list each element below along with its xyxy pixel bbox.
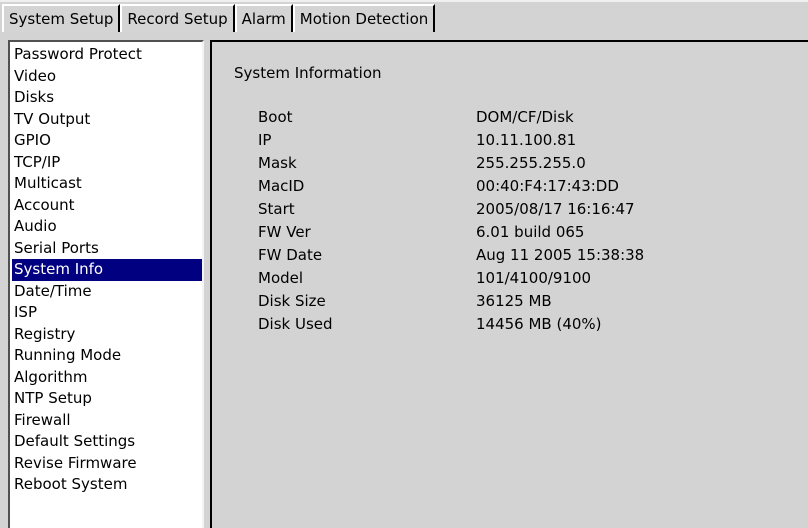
info-value: 00:40:F4:17:43:DD	[476, 177, 619, 195]
settings-list-items: Password Protect Video Disks TV Output G…	[12, 44, 202, 528]
sidebar-item-account[interactable]: Account	[12, 195, 202, 217]
system-info-panel: System Information Boot DOM/CF/Disk IP 1…	[210, 40, 808, 528]
sidebar-item-isp[interactable]: ISP	[12, 302, 202, 324]
sidebar-item-password-protect[interactable]: Password Protect	[12, 44, 202, 66]
info-value: 14456 MB (40%)	[476, 315, 602, 333]
info-value: 10.11.100.81	[476, 131, 577, 149]
tab-bar: System Setup Record Setup Alarm Motion D…	[2, 4, 436, 32]
info-label: Disk Used	[258, 315, 333, 333]
sidebar-item-tcp-ip[interactable]: TCP/IP	[12, 152, 202, 174]
info-label: IP	[258, 131, 272, 149]
info-value: DOM/CF/Disk	[476, 108, 574, 126]
sidebar-item-tv-output[interactable]: TV Output	[12, 109, 202, 131]
app-window: System Setup Record Setup Alarm Motion D…	[0, 0, 808, 528]
sidebar-item-audio[interactable]: Audio	[12, 216, 202, 238]
panel-title: System Information	[234, 64, 382, 82]
info-label: MacID	[258, 177, 305, 195]
top-border	[0, 0, 808, 2]
info-label: FW Ver	[258, 223, 311, 241]
sidebar-item-algorithm[interactable]: Algorithm	[12, 367, 202, 389]
info-value: 2005/08/17 16:16:47	[476, 200, 635, 218]
info-label: Disk Size	[258, 292, 326, 310]
sidebar-item-gpio[interactable]: GPIO	[12, 130, 202, 152]
sidebar-item-running-mode[interactable]: Running Mode	[12, 345, 202, 367]
info-value: 36125 MB	[476, 292, 552, 310]
info-label: Model	[258, 269, 304, 287]
sidebar-item-revise-firmware[interactable]: Revise Firmware	[12, 453, 202, 475]
sidebar-item-disks[interactable]: Disks	[12, 87, 202, 109]
sidebar-item-ntp-setup[interactable]: NTP Setup	[12, 388, 202, 410]
sidebar-item-reboot-system[interactable]: Reboot System	[12, 474, 202, 496]
sidebar-item-default-settings[interactable]: Default Settings	[12, 431, 202, 453]
info-value: Aug 11 2005 15:38:38	[476, 246, 645, 264]
info-value: 255.255.255.0	[476, 154, 586, 172]
sidebar-item-multicast[interactable]: Multicast	[12, 173, 202, 195]
info-value: 101/4100/9100	[476, 269, 592, 287]
info-label: FW Date	[258, 246, 323, 264]
tab-motion-detection[interactable]: Motion Detection	[292, 4, 436, 32]
info-label: Boot	[258, 108, 293, 126]
sidebar-item-date-time[interactable]: Date/Time	[12, 281, 202, 303]
settings-list[interactable]: Password Protect Video Disks TV Output G…	[8, 40, 204, 528]
tab-record-setup[interactable]: Record Setup	[120, 4, 235, 32]
info-label: Mask	[258, 154, 297, 172]
info-label: Start	[258, 200, 295, 218]
sidebar-item-video[interactable]: Video	[12, 66, 202, 88]
sidebar-item-registry[interactable]: Registry	[12, 324, 202, 346]
sidebar-item-serial-ports[interactable]: Serial Ports	[12, 238, 202, 260]
info-value: 6.01 build 065	[476, 223, 585, 241]
tab-system-setup[interactable]: System Setup	[2, 4, 121, 32]
tab-alarm[interactable]: Alarm	[234, 4, 293, 32]
sidebar-item-system-info[interactable]: System Info	[12, 259, 202, 281]
sidebar-item-firewall[interactable]: Firewall	[12, 410, 202, 432]
